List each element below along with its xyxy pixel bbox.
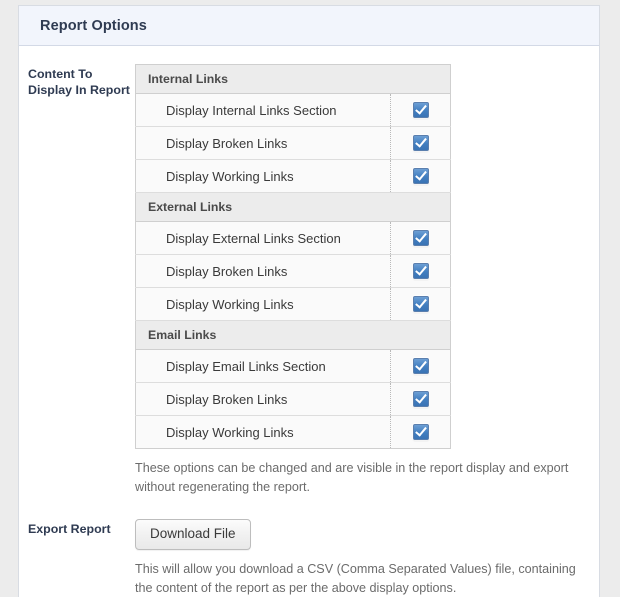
option-checkbox-cell[interactable] <box>390 221 451 255</box>
section-heading: Internal Links <box>135 64 451 94</box>
option-checkbox-cell[interactable] <box>390 93 451 127</box>
panel-body: Content To Display In Report Internal Li… <box>19 46 599 597</box>
section-header-row: External Links <box>135 192 451 222</box>
checkbox-checked-icon[interactable] <box>412 101 429 118</box>
report-options-panel: Report Options Content To Display In Rep… <box>18 5 600 597</box>
option-label: Display Working Links <box>135 415 391 449</box>
export-report-control: Download File This will allow you downlo… <box>135 519 599 597</box>
checkbox-checked-icon[interactable] <box>412 134 429 151</box>
section-heading: External Links <box>135 192 451 222</box>
report-options-table: Internal Links Display Internal Links Sec… <box>135 64 451 449</box>
option-checkbox-cell[interactable] <box>390 349 451 383</box>
option-row: Display Working Links <box>135 287 451 321</box>
checkbox-checked-icon[interactable] <box>412 357 429 374</box>
option-row: Display Working Links <box>135 159 451 193</box>
option-label: Display Working Links <box>135 159 391 193</box>
option-label: Display Internal Links Section <box>135 93 391 127</box>
export-report-label: Export Report <box>28 522 111 536</box>
checkbox-checked-icon[interactable] <box>412 229 429 246</box>
page-title: Report Options <box>40 17 147 34</box>
content-display-row: Content To Display In Report Internal Li… <box>19 64 599 497</box>
checkbox-checked-icon[interactable] <box>412 295 429 312</box>
export-help-text: This will allow you download a CSV (Comm… <box>135 562 576 595</box>
option-label: Display Broken Links <box>135 126 391 160</box>
option-row: Display Broken Links <box>135 254 451 288</box>
download-file-button[interactable]: Download File <box>135 519 251 550</box>
option-row: Display External Links Section <box>135 221 451 255</box>
checkbox-checked-icon[interactable] <box>412 423 429 440</box>
checkbox-checked-icon[interactable] <box>412 390 429 407</box>
option-row: Display Broken Links <box>135 126 451 160</box>
option-checkbox-cell[interactable] <box>390 254 451 288</box>
option-row: Display Email Links Section <box>135 349 451 383</box>
option-checkbox-cell[interactable] <box>390 382 451 416</box>
option-label: Display Broken Links <box>135 254 391 288</box>
option-checkbox-cell[interactable] <box>390 287 451 321</box>
page-background: Report Options Content To Display In Rep… <box>0 0 620 597</box>
option-label: Display External Links Section <box>135 221 391 255</box>
option-row: Display Broken Links <box>135 382 451 416</box>
content-display-label: Content To Display In Report <box>28 67 130 97</box>
option-checkbox-cell[interactable] <box>390 126 451 160</box>
options-help-text: These options can be changed and are vis… <box>135 461 569 494</box>
section-header-row: Email Links <box>135 320 451 350</box>
section-header-row: Internal Links <box>135 64 451 94</box>
panel-header: Report Options <box>19 6 599 46</box>
option-row: Display Working Links <box>135 415 451 449</box>
export-report-row: Export Report Download File This will al… <box>19 519 599 597</box>
checkbox-checked-icon[interactable] <box>412 167 429 184</box>
option-label: Display Email Links Section <box>135 349 391 383</box>
option-row: Display Internal Links Section <box>135 93 451 127</box>
option-label: Display Working Links <box>135 287 391 321</box>
option-label: Display Broken Links <box>135 382 391 416</box>
section-heading: Email Links <box>135 320 451 350</box>
option-checkbox-cell[interactable] <box>390 415 451 449</box>
content-display-control: Internal Links Display Internal Links Sec… <box>135 64 599 497</box>
option-checkbox-cell[interactable] <box>390 159 451 193</box>
checkbox-checked-icon[interactable] <box>412 262 429 279</box>
